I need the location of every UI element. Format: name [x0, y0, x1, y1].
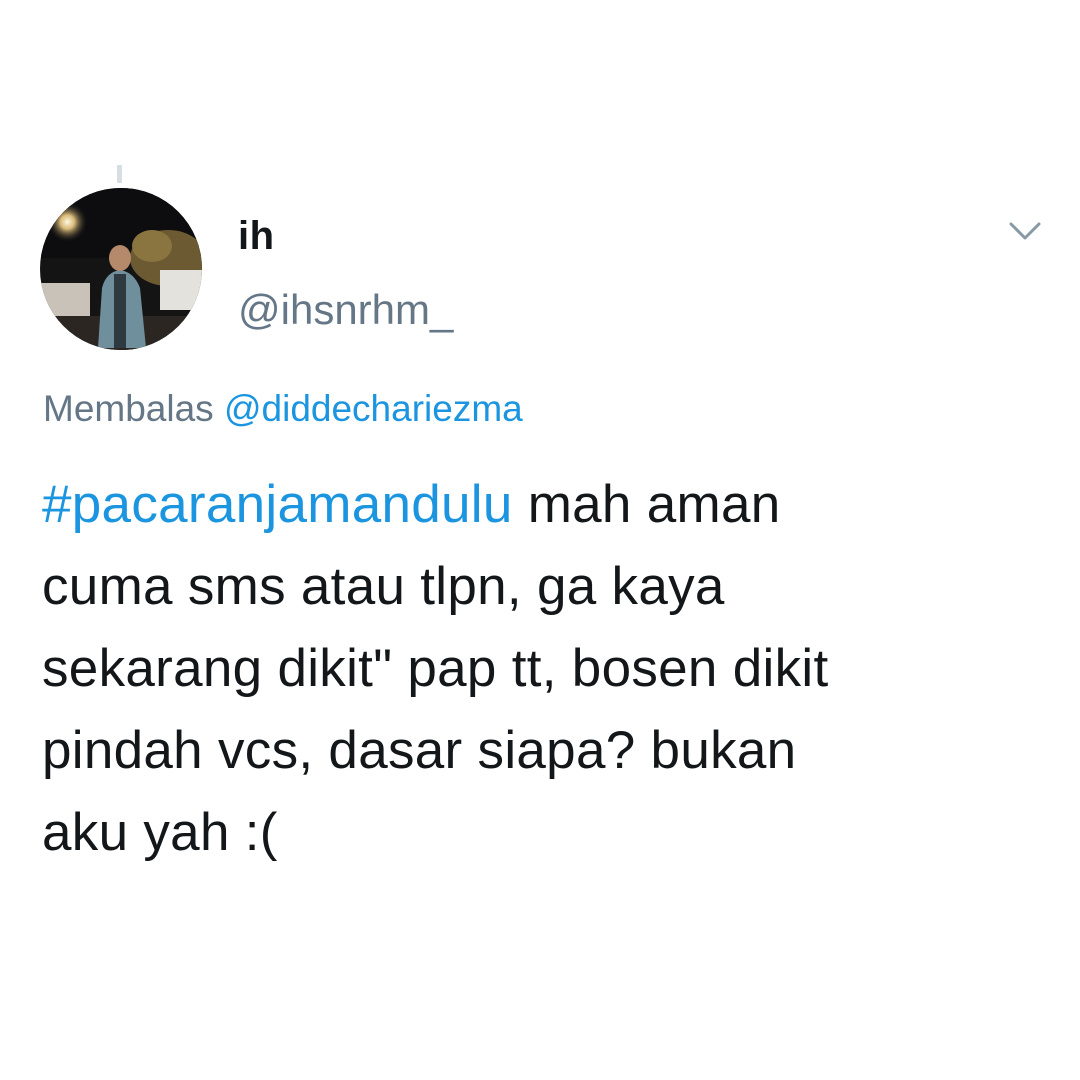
tweet-line: pindah vcs, dasar siapa? bukan [42, 721, 797, 780]
tweet-text: #pacaranjamandulu mah aman cuma sms atau… [42, 464, 1052, 874]
avatar[interactable] [40, 188, 202, 350]
tweet-line: aku yah :( [42, 803, 278, 862]
reply-context: Membalas @diddechariezma [43, 388, 523, 430]
display-name[interactable]: ih [238, 214, 275, 259]
chevron-down-icon[interactable] [1005, 216, 1045, 246]
avatar-photo [40, 188, 202, 350]
tweet-line: cuma sms atau tlpn, ga kaya [42, 557, 725, 616]
hashtag-link[interactable]: #pacaranjamandulu [42, 475, 513, 534]
tweet-line: sekarang dikit" pap tt, bosen dikit [42, 639, 829, 698]
tweet-line-text: mah aman [512, 475, 781, 534]
thread-connector-line [117, 165, 122, 183]
user-handle[interactable]: @ihsnrhm_ [238, 286, 453, 334]
reply-mention-link[interactable]: @diddechariezma [224, 388, 523, 429]
tweet-line: #pacaranjamandulu mah aman [42, 464, 1052, 546]
reply-prefix: Membalas [43, 388, 214, 429]
